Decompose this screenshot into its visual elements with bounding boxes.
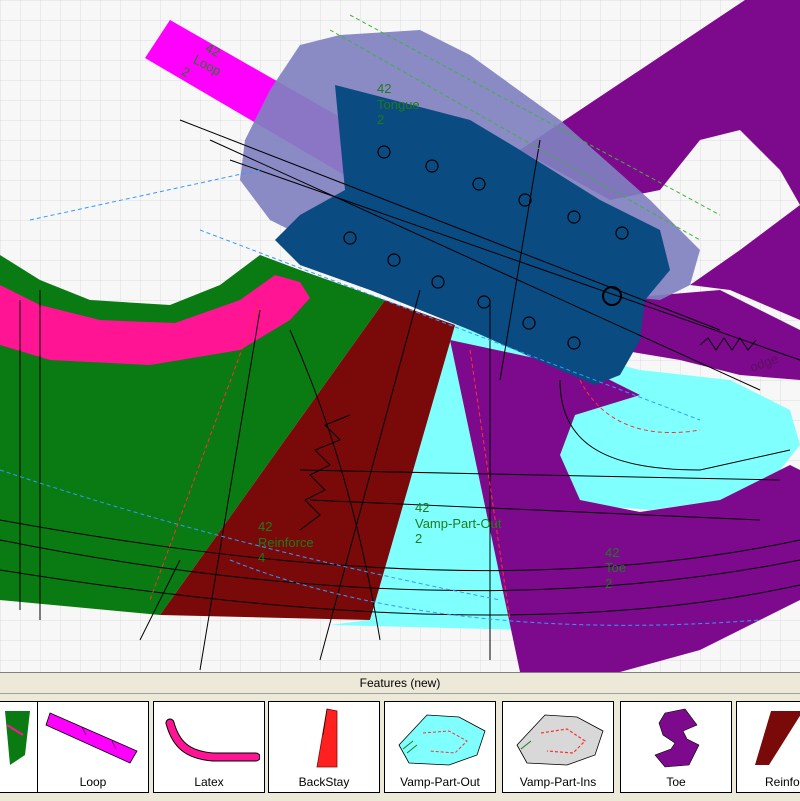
feature-tile-toe[interactable]: Toe — [620, 701, 732, 793]
feature-tile-backstay[interactable]: BackStay — [268, 701, 380, 793]
svg-text:Reinforce: Reinforce — [258, 535, 314, 550]
svg-text:42: 42 — [377, 81, 391, 96]
svg-text:Toe: Toe — [605, 560, 626, 575]
green-quarter-icon — [5, 711, 30, 765]
svg-text:2: 2 — [377, 112, 384, 127]
features-panel-title: Features (new) — [0, 673, 800, 694]
feature-tile-label: Latex — [194, 775, 224, 789]
backstay-icon — [316, 708, 338, 768]
feature-tile-label: Vamp-Part-Ins — [519, 775, 597, 789]
loop-strip-icon — [45, 712, 138, 764]
vamp-out-icon — [398, 714, 486, 766]
svg-text:2: 2 — [415, 531, 422, 546]
feature-tile-vamp-ins[interactable]: Vamp-Part-Ins — [502, 701, 614, 793]
svg-text:4: 4 — [258, 550, 265, 565]
svg-text:Tongue: Tongue — [377, 97, 420, 112]
feature-tile-quarter[interactable] — [0, 701, 42, 793]
feature-tile-label: Toe — [666, 775, 686, 789]
features-strip[interactable]: Loop Latex BackStay Vamp-Part-Out Vamp-P… — [0, 695, 800, 801]
svg-text:42: 42 — [258, 519, 272, 534]
svg-text:Vamp-Part-Out: Vamp-Part-Out — [415, 516, 502, 531]
feature-tile-loop[interactable]: Loop — [37, 701, 149, 793]
reinforce-icon — [755, 711, 800, 765]
feature-tile-latex[interactable]: Latex — [153, 701, 265, 793]
vamp-ins-icon — [516, 714, 604, 766]
toe-icon — [654, 708, 700, 768]
latex-curve-icon — [165, 718, 260, 762]
feature-tile-label: Loop — [79, 775, 107, 789]
feature-tile-label: Vamp-Part-Out — [400, 775, 480, 789]
svg-text:2: 2 — [605, 576, 612, 591]
pattern-canvas[interactable]: 42 Loop 2 42 Tongue 2 42 Reinforce 4 42 … — [0, 0, 800, 672]
svg-text:42: 42 — [605, 545, 619, 560]
feature-tile-vamp-out[interactable]: Vamp-Part-Out — [384, 701, 496, 793]
feature-tile-label: Reinfor — [765, 775, 800, 789]
pattern-drawing[interactable]: 42 Loop 2 42 Tongue 2 42 Reinforce 4 42 … — [0, 0, 800, 672]
feature-tile-reinforce[interactable]: Reinfor — [736, 701, 800, 793]
feature-tile-label: BackStay — [298, 775, 350, 789]
features-panel: Features (new) Loop Latex BackStay Vamp-… — [0, 672, 800, 801]
svg-text:42: 42 — [415, 500, 429, 515]
